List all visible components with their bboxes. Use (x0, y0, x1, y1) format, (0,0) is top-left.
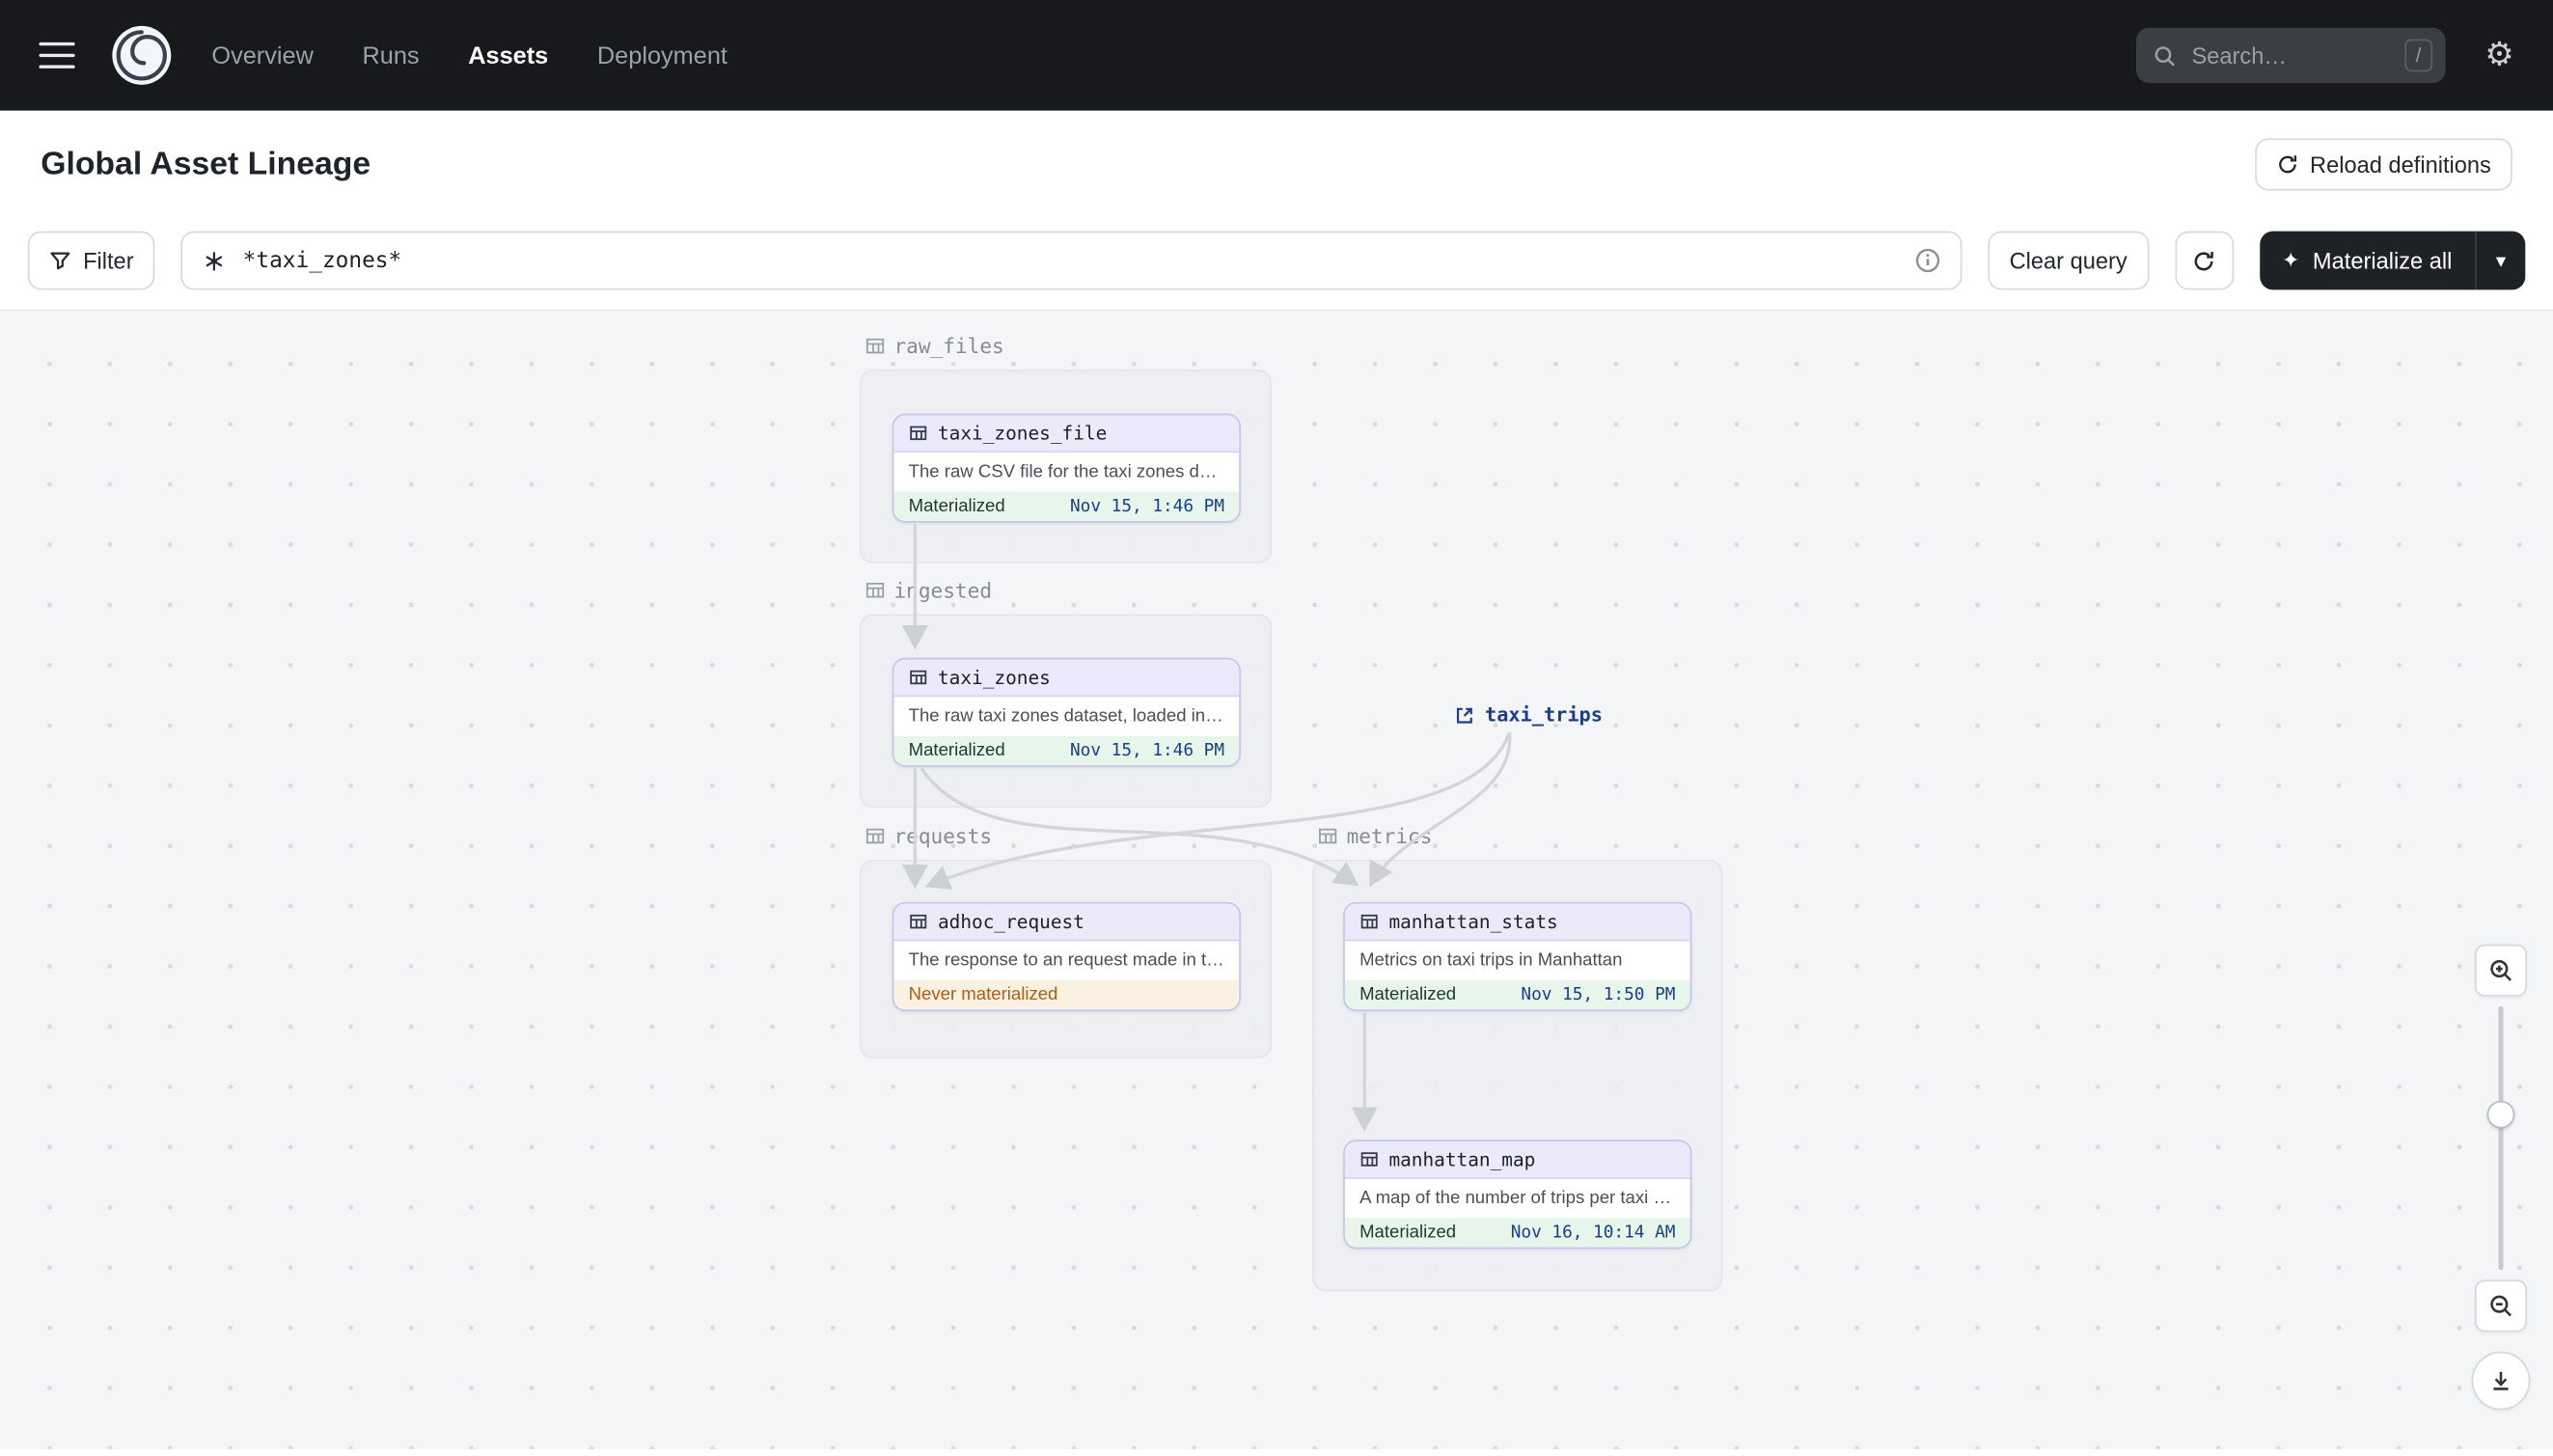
group-label-requests: requests (865, 824, 992, 848)
op-selector-icon (206, 251, 223, 270)
zoom-panel (2471, 944, 2531, 1411)
group-grid-icon (1319, 828, 1337, 844)
external-asset-taxi_trips[interactable]: taxi_trips (1454, 703, 1603, 727)
search-input[interactable] (2188, 41, 2394, 70)
status-timestamp: Nov 15, 1:46 PM (1069, 496, 1224, 516)
asset-description: The raw CSV file for the taxi zones dat… (908, 462, 1232, 482)
asset-status-row: Materialized Nov 15, 1:50 PM (1344, 979, 1690, 1010)
asset-status-row: Never materialized (893, 979, 1240, 1010)
zoom-slider[interactable] (2477, 1005, 2526, 1271)
reload-definitions-button[interactable]: Reload definitions (2254, 138, 2512, 191)
top-nav: Overview Runs Assets Deployment / ⚙ (0, 0, 2553, 111)
materialize-sparkle-icon: ✦ (2282, 247, 2300, 272)
external-link-icon (1456, 706, 1472, 723)
asset-query-input[interactable] (239, 245, 1903, 276)
asset-description: A map of the number of trips per taxi z… (1359, 1188, 1681, 1209)
reload-definitions-label: Reload definitions (2310, 151, 2491, 178)
asset-status-row: Materialized Nov 16, 10:14 AM (1344, 1218, 1690, 1248)
refresh-icon (2278, 155, 2296, 174)
zoom-slider-track[interactable] (2498, 1005, 2504, 1271)
filter-label: Filter (83, 247, 134, 274)
dagster-logo-icon[interactable] (111, 24, 173, 86)
table-icon (1360, 914, 1378, 929)
status-timestamp: Nov 15, 1:50 PM (1521, 984, 1676, 1005)
group-grid-icon (865, 828, 885, 844)
status-label: Materialized (1359, 984, 1457, 1005)
clear-query-label: Clear query (2009, 247, 2128, 274)
lineage-edges (901, 524, 1512, 1132)
asset-query-box[interactable] (180, 231, 1963, 290)
refresh-icon (2194, 251, 2213, 270)
page-title: Global Asset Lineage (41, 146, 371, 182)
refresh-lineage-button[interactable] (2174, 231, 2234, 290)
zoom-out-icon (2490, 1295, 2512, 1317)
nav-right: / ⚙ (2136, 27, 2514, 84)
zoom-in-button[interactable] (2475, 944, 2527, 997)
group-label-ingested: ingested (865, 578, 992, 602)
app-root: Overview Runs Assets Deployment / ⚙ Glob… (0, 0, 2553, 1456)
asset-description: The response to an request made in th… (908, 950, 1235, 971)
status-label: Materialized (1359, 1222, 1457, 1243)
status-label: Never materialized (908, 984, 1058, 1005)
nav-item-overview[interactable]: Overview (211, 41, 313, 69)
asset-status-row: Materialized Nov 15, 1:46 PM (893, 491, 1240, 521)
search-box[interactable]: / (2136, 27, 2446, 84)
info-icon[interactable] (1915, 248, 1941, 274)
materialize-dropdown-button[interactable]: ▾ (2475, 231, 2525, 290)
status-label: Materialized (908, 496, 1005, 516)
search-icon (2155, 45, 2176, 66)
materialize-all-button[interactable]: ✦ Materialize all (2259, 232, 2475, 290)
table-icon (910, 914, 927, 929)
external-asset-name: taxi_trips (1485, 703, 1603, 727)
filter-button[interactable]: Filter (27, 231, 155, 290)
materialize-all-split-button: ✦ Materialize all ▾ (2259, 231, 2526, 290)
settings-gear-icon[interactable]: ⚙ (2484, 40, 2513, 72)
group-label-metrics: metrics (1317, 824, 1432, 848)
lineage-toolbar: Filter Clear query ✦ Materialize all ▾ (0, 231, 2553, 290)
nav-links: Overview Runs Assets Deployment (211, 41, 727, 69)
asset-name: adhoc_request (938, 910, 1084, 933)
group-grid-icon (865, 582, 885, 598)
asset-node-adhoc_request[interactable]: adhoc_request The response to an request… (892, 901, 1241, 1011)
page-header: Global Asset Lineage Reload definitions (0, 110, 2553, 219)
asset-node-manhattan_stats[interactable]: manhattan_stats Metrics on taxi trips in… (1343, 901, 1692, 1011)
recenter-button[interactable] (2471, 1351, 2531, 1411)
asset-description: Metrics on taxi trips in Manhattan (1359, 950, 1623, 971)
asset-status-row: Materialized Nov 15, 1:46 PM (893, 735, 1240, 766)
asset-node-taxi_zones[interactable]: taxi_zones The raw taxi zones dataset, l… (892, 657, 1241, 767)
nav-item-assets[interactable]: Assets (468, 41, 548, 69)
asset-node-taxi_zones_file[interactable]: taxi_zones_file The raw CSV file for the… (892, 413, 1241, 523)
asset-name: manhattan_stats (1388, 910, 1558, 933)
chevron-down-icon: ▾ (2495, 249, 2507, 272)
asset-name: taxi_zones_file (938, 422, 1108, 445)
zoom-slider-handle[interactable] (2486, 1100, 2515, 1129)
clear-query-button[interactable]: Clear query (1988, 231, 2149, 290)
table-icon (1360, 1152, 1378, 1167)
asset-node-manhattan_map[interactable]: manhattan_map A map of the number of tri… (1343, 1140, 1692, 1250)
recenter-icon (2493, 1371, 2509, 1390)
nav-item-runs[interactable]: Runs (362, 41, 419, 69)
asset-description: The raw taxi zones dataset, loaded int… (908, 706, 1228, 727)
lineage-canvas[interactable]: raw_files ingested requests metrics taxi… (0, 309, 2553, 1449)
filter-funnel-icon (50, 252, 70, 270)
status-timestamp: Nov 15, 1:46 PM (1069, 740, 1224, 761)
table-icon (910, 670, 927, 685)
group-label-raw_files: raw_files (865, 334, 1004, 358)
menu-icon[interactable] (39, 41, 75, 69)
zoom-out-button[interactable] (2475, 1279, 2527, 1332)
group-grid-icon (865, 338, 885, 354)
asset-name: manhattan_map (1388, 1147, 1536, 1171)
table-icon (910, 426, 927, 441)
zoom-in-icon (2490, 960, 2512, 981)
nav-item-deployment[interactable]: Deployment (597, 41, 727, 69)
search-shortcut-badge: / (2403, 39, 2433, 72)
asset-name: taxi_zones (938, 666, 1051, 689)
materialize-all-label: Materialize all (2312, 247, 2453, 274)
status-timestamp: Nov 16, 10:14 AM (1510, 1222, 1676, 1243)
status-label: Materialized (908, 740, 1005, 761)
